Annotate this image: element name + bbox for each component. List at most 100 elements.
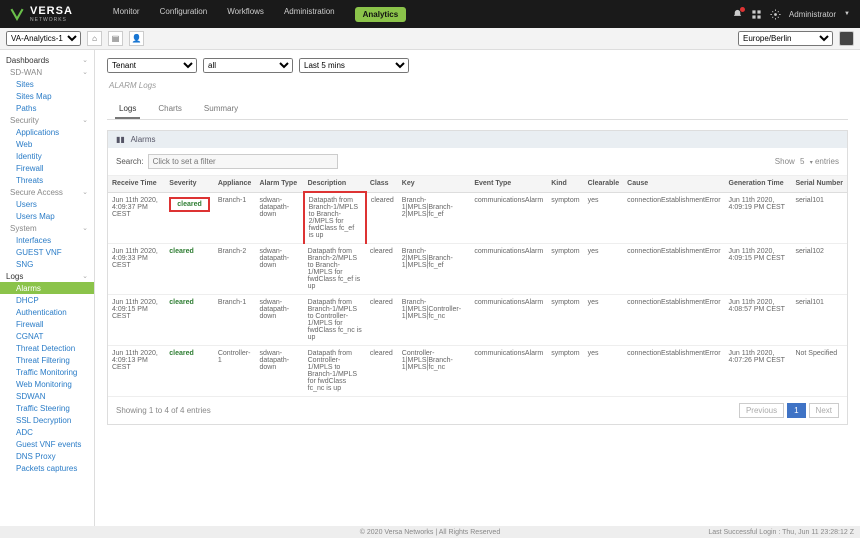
- col-class[interactable]: Class: [366, 176, 398, 192]
- table-header-row: Receive TimeSeverityApplianceAlarm TypeD…: [108, 176, 847, 192]
- alarms-panel-title: Alarms: [131, 135, 156, 144]
- main-layout: Dashboards⌄SD-WAN⌄SitesSites MapPathsSec…: [0, 50, 860, 526]
- sidebar-item-sites[interactable]: Sites: [0, 78, 94, 90]
- nav-administration[interactable]: Administration: [284, 7, 335, 22]
- sidebar-item-adc[interactable]: ADC: [0, 426, 94, 438]
- chevron-down-icon: ⌄: [82, 56, 88, 64]
- sidebar-item-threat-filtering[interactable]: Threat Filtering: [0, 354, 94, 366]
- col-kind[interactable]: Kind: [547, 176, 583, 192]
- list-button[interactable]: ▤: [108, 31, 123, 46]
- home-button[interactable]: ⌂: [87, 31, 102, 46]
- chevron-down-icon: ⌄: [82, 188, 88, 196]
- nav-configuration[interactable]: Configuration: [160, 7, 208, 22]
- sidebar-item-sdwan[interactable]: SDWAN: [0, 390, 94, 402]
- table-row[interactable]: Jun 11th 2020, 4:09:33 PM CESTclearedBra…: [108, 244, 847, 295]
- tab-charts[interactable]: Charts: [154, 100, 186, 119]
- sidebar-item-sites-map[interactable]: Sites Map: [0, 90, 94, 102]
- sidebar-item-secure-access[interactable]: Secure Access⌄: [0, 186, 94, 198]
- tenant-filter[interactable]: Tenant: [107, 58, 197, 73]
- sidebar-item-dashboards[interactable]: Dashboards⌄: [0, 54, 94, 66]
- nav-analytics[interactable]: Analytics: [355, 7, 407, 22]
- sidebar-item-logs[interactable]: Logs⌄: [0, 270, 94, 282]
- tenant-selector[interactable]: VA-Analytics-1: [6, 31, 81, 46]
- sidebar-item-paths[interactable]: Paths: [0, 102, 94, 114]
- col-alarm-type[interactable]: Alarm Type: [256, 176, 304, 192]
- sidebar-item-authentication[interactable]: Authentication: [0, 306, 94, 318]
- timezone-selector[interactable]: Europe/Berlin: [738, 31, 833, 46]
- col-cause[interactable]: Cause: [623, 176, 724, 192]
- entries-select[interactable]: 5: [800, 157, 804, 166]
- col-appliance[interactable]: Appliance: [214, 176, 256, 192]
- sidebar-item-applications[interactable]: Applications: [0, 126, 94, 138]
- col-event-type[interactable]: Event Type: [470, 176, 547, 192]
- versa-icon: [10, 7, 24, 21]
- sidebar-item-users[interactable]: Users: [0, 198, 94, 210]
- sidebar-item-traffic-steering[interactable]: Traffic Steering: [0, 402, 94, 414]
- expand-button[interactable]: [839, 31, 854, 46]
- col-key[interactable]: Key: [398, 176, 471, 192]
- sidebar-item-web-monitoring[interactable]: Web Monitoring: [0, 378, 94, 390]
- search-label: Search:: [116, 157, 144, 166]
- tab-summary[interactable]: Summary: [200, 100, 242, 119]
- sidebar-item-firewall[interactable]: Firewall: [0, 318, 94, 330]
- alarms-panel: ▮▮ Alarms Search: Show 5 ▾ entries Recei…: [107, 130, 848, 425]
- sidebar-item-threat-detection[interactable]: Threat Detection: [0, 342, 94, 354]
- user-menu[interactable]: Administrator: [789, 10, 836, 19]
- sidebar-item-alarms[interactable]: Alarms: [0, 282, 94, 294]
- alarms-panel-header: ▮▮ Alarms: [108, 131, 847, 148]
- nav-monitor[interactable]: Monitor: [113, 7, 140, 22]
- sidebar-item-sd-wan[interactable]: SD-WAN⌄: [0, 66, 94, 78]
- sidebar-item-users-map[interactable]: Users Map: [0, 210, 94, 222]
- prev-button[interactable]: Previous: [739, 403, 784, 418]
- bell-icon[interactable]: [732, 9, 743, 20]
- sidebar-item-firewall[interactable]: Firewall: [0, 162, 94, 174]
- table-info: Showing 1 to 4 of 4 entries: [116, 406, 211, 415]
- user-button[interactable]: 👤: [129, 31, 144, 46]
- sidebar-item-security[interactable]: Security⌄: [0, 114, 94, 126]
- col-serial-number[interactable]: Serial Number: [791, 176, 847, 192]
- entries-control: Show 5 ▾ entries: [775, 157, 839, 166]
- timerange-filter[interactable]: Last 5 mins: [299, 58, 409, 73]
- nav-workflows[interactable]: Workflows: [227, 7, 264, 22]
- sidebar-item-ssl-decryption[interactable]: SSL Decryption: [0, 414, 94, 426]
- table-row[interactable]: Jun 11th 2020, 4:09:15 PM CESTclearedBra…: [108, 295, 847, 346]
- sidebar-item-packets-captures[interactable]: Packets captures: [0, 462, 94, 474]
- grid-icon[interactable]: [751, 9, 762, 20]
- sidebar-item-cgnat[interactable]: CGNAT: [0, 330, 94, 342]
- brand-sub: NETWORKS: [30, 17, 73, 23]
- col-receive-time[interactable]: Receive Time: [108, 176, 165, 192]
- sidebar-item-traffic-monitoring[interactable]: Traffic Monitoring: [0, 366, 94, 378]
- sidebar-item-web[interactable]: Web: [0, 138, 94, 150]
- chevron-down-icon[interactable]: ▼: [844, 11, 850, 17]
- all-filter[interactable]: all: [203, 58, 293, 73]
- search-input[interactable]: [148, 154, 338, 169]
- sidebar-item-dns-proxy[interactable]: DNS Proxy: [0, 450, 94, 462]
- chevron-down-icon[interactable]: ▾: [810, 160, 813, 166]
- col-description[interactable]: Description: [304, 176, 366, 192]
- alarms-table: Receive TimeSeverityApplianceAlarm TypeD…: [108, 176, 847, 397]
- next-button[interactable]: Next: [809, 403, 839, 418]
- sidebar-item-interfaces[interactable]: Interfaces: [0, 234, 94, 246]
- top-bar: VERSA NETWORKS Monitor Configuration Workf…: [0, 0, 860, 28]
- sidebar-item-identity[interactable]: Identity: [0, 150, 94, 162]
- tab-logs[interactable]: Logs: [115, 100, 140, 119]
- col-generation-time[interactable]: Generation Time: [725, 176, 792, 192]
- page-1-button[interactable]: 1: [787, 403, 805, 418]
- table-row[interactable]: Jun 11th 2020, 4:09:37 PM CESTclearedBra…: [108, 192, 847, 244]
- panel-title: ALARM Logs: [109, 81, 846, 90]
- sidebar-item-dhcp[interactable]: DHCP: [0, 294, 94, 306]
- col-clearable[interactable]: Clearable: [584, 176, 624, 192]
- sidebar-item-threats[interactable]: Threats: [0, 174, 94, 186]
- table-row[interactable]: Jun 11th 2020, 4:09:13 PM CESTclearedCon…: [108, 346, 847, 397]
- chevron-down-icon: ⌄: [82, 68, 88, 76]
- pager: Previous 1 Next: [739, 403, 839, 418]
- sidebar-item-guest-vnf-events[interactable]: Guest VNF events: [0, 438, 94, 450]
- sidebar-item-system[interactable]: System⌄: [0, 222, 94, 234]
- copyright: © 2020 Versa Networks | All Rights Reser…: [360, 529, 500, 536]
- sidebar-item-guest-vnf[interactable]: GUEST VNF: [0, 246, 94, 258]
- search-row: Search: Show 5 ▾ entries: [108, 148, 847, 176]
- col-severity[interactable]: Severity: [165, 176, 214, 192]
- sidebar-item-sng[interactable]: SNG: [0, 258, 94, 270]
- gear-icon[interactable]: [770, 9, 781, 20]
- brand-logo: VERSA NETWORKS: [10, 5, 73, 23]
